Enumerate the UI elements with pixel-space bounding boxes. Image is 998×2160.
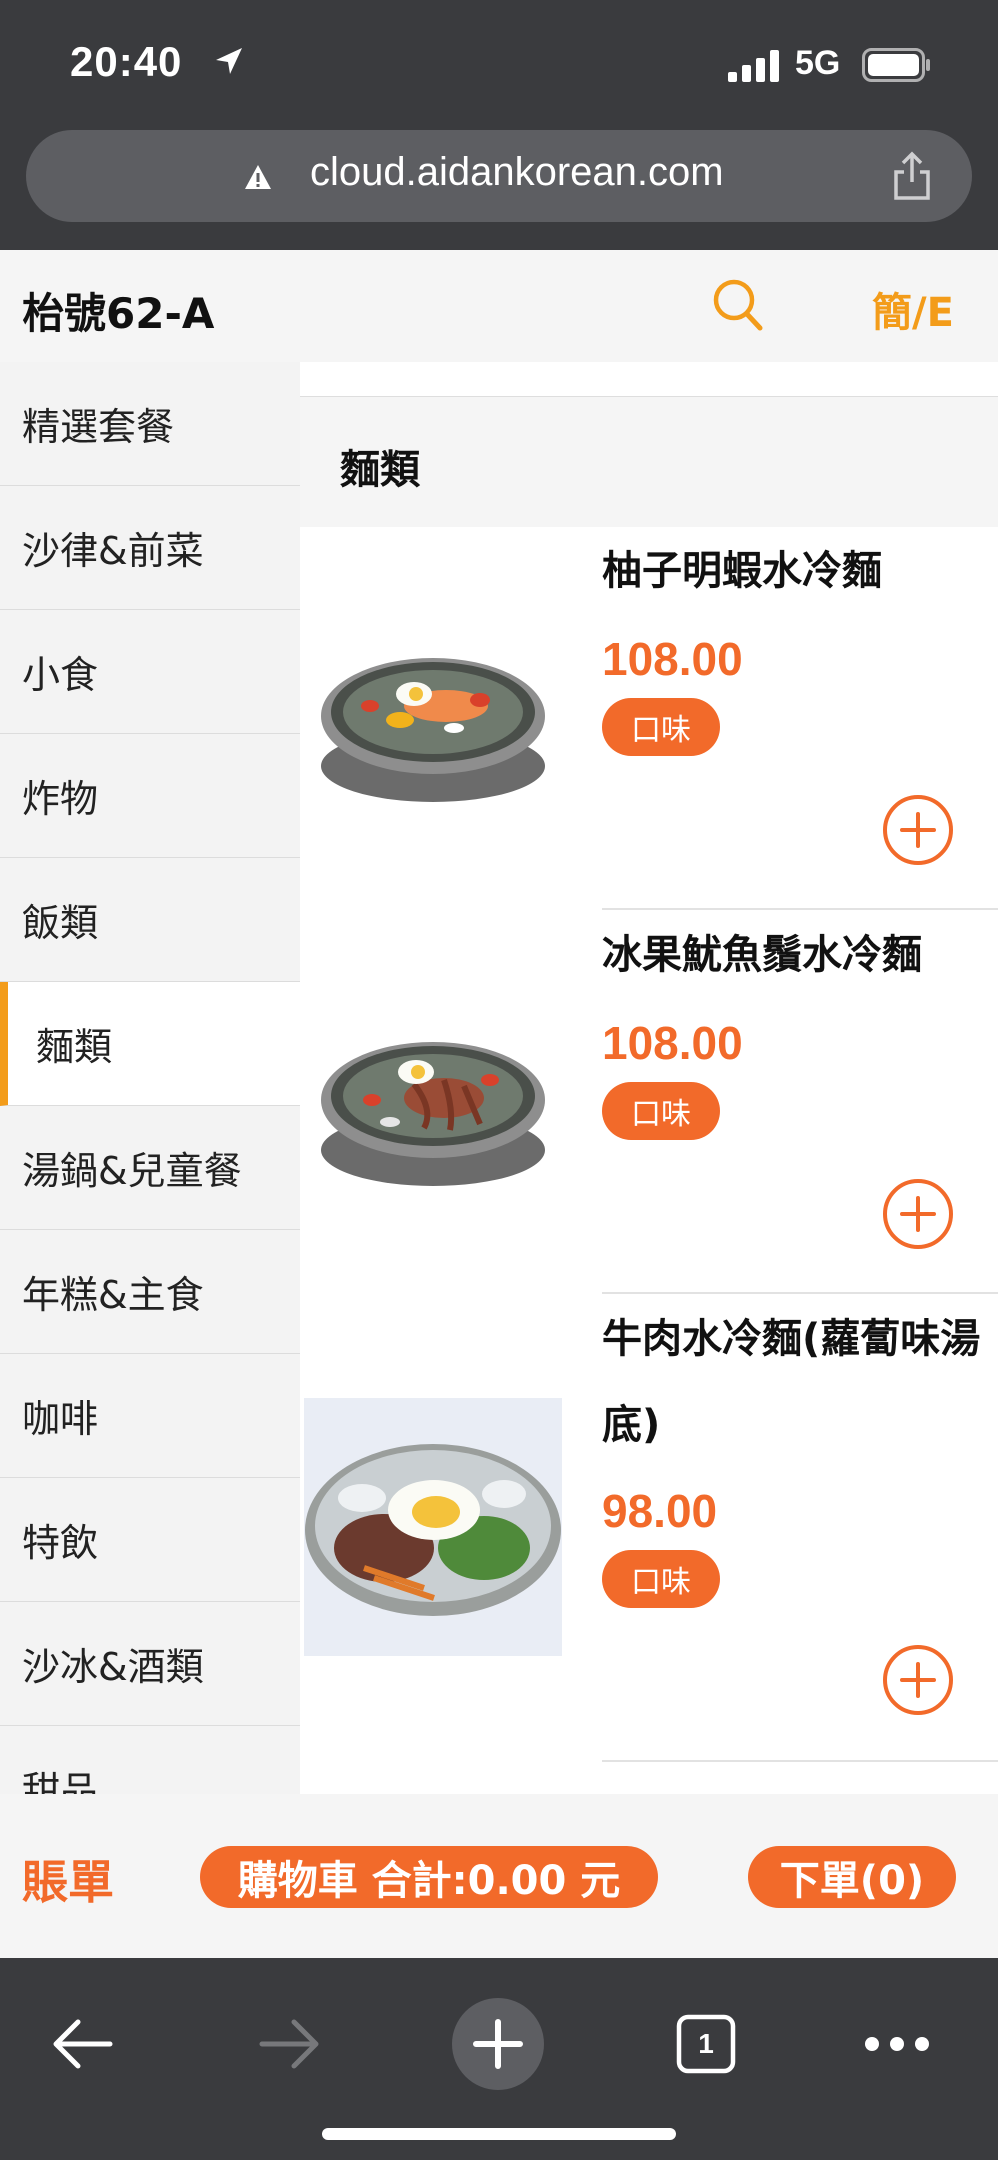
food-image[interactable] [304,1398,562,1656]
flavor-button[interactable]: 口味 [602,1082,720,1140]
sidebar-item-salad-appetizers[interactable]: 沙律&前菜 [0,486,300,610]
section-header: 麵類 [300,396,998,527]
sidebar-item-coffee[interactable]: 咖啡 [0,1354,300,1478]
new-tab-plus-icon[interactable] [452,1998,544,2090]
section-title: 麵類 [340,447,420,493]
bill-button[interactable]: 賬單 [22,1846,114,1912]
item-name: 冰果魷魚鬚水冷麵 [602,932,922,978]
sidebar-item-desserts[interactable]: 甜品 [0,1726,300,1794]
page-header: 枱號62-A 簡/E [0,250,998,362]
home-indicator [322,2128,676,2140]
browser-top-chrome: 20:40 5G cloud.aidankorean.com [0,0,998,250]
signal-strength-icon [728,50,779,82]
flavor-button[interactable]: 口味 [602,1550,720,1608]
page-title: 枱號62-A [22,289,215,338]
category-sidebar: 精選套餐 沙律&前菜 小食 炸物 飯類 麵類 湯鍋&兒童餐 年糕&主食 咖啡 特… [0,362,300,1794]
item-price: 98.00 [602,1485,718,1537]
menu-item: 柚子明蝦水冷麵 108.00 口味 [300,526,998,910]
sidebar-item-specialty-drinks[interactable]: 特飲 [0,1478,300,1602]
more-options-icon[interactable] [862,2032,932,2056]
sidebar-item-snacks[interactable]: 小食 [0,610,300,734]
url-text: cloud.aidankorean.com [310,150,724,194]
search-icon[interactable] [710,276,766,336]
tab-count: 1 [698,2028,714,2059]
sidebar-item-smoothies-alcohol[interactable]: 沙冰&酒類 [0,1602,300,1726]
item-name: 牛肉水冷麵(蘿蔔味湯底) [602,1316,981,1448]
cart-button[interactable]: 購物車 合計:0.00 元 [200,1846,658,1908]
add-to-cart-icon[interactable] [882,1178,954,1250]
network-type: 5G [795,44,841,82]
tabs-button[interactable]: 1 [676,2014,736,2074]
place-order-button[interactable]: 下單(0) [748,1846,956,1908]
battery-icon [862,48,930,82]
back-arrow-icon[interactable] [50,2014,116,2074]
address-bar[interactable]: cloud.aidankorean.com [26,130,972,222]
menu-list: 麵類 柚子明蝦水冷麵 108.00 口味 冰果魷魚鬚水冷麵 108.00 口味 … [300,362,998,1794]
item-divider [602,1760,998,1762]
add-to-cart-icon[interactable] [882,794,954,866]
sidebar-item-ricecake-mains[interactable]: 年糕&主食 [0,1230,300,1354]
item-name: 柚子明蝦水冷麵 [602,548,882,594]
sidebar-item-featured-sets[interactable]: 精選套餐 [0,362,300,486]
warning-icon [245,165,271,189]
add-to-cart-icon[interactable] [882,1644,954,1716]
order-action-bar: 賬單 購物車 合計:0.00 元 下單(0) [0,1794,998,1958]
item-price: 108.00 [602,633,743,685]
sidebar-item-hotpot-kids[interactable]: 湯鍋&兒童餐 [0,1106,300,1230]
menu-item: 牛肉水冷麵(蘿蔔味湯底) 98.00 口味 [300,1294,998,1762]
item-price: 108.00 [602,1017,743,1069]
food-image[interactable] [304,1000,562,1196]
sidebar-item-rice[interactable]: 飯類 [0,858,300,982]
forward-arrow-icon[interactable] [256,2014,322,2074]
sidebar-item-fried[interactable]: 炸物 [0,734,300,858]
food-image[interactable] [304,616,562,812]
menu-item: 冰果魷魚鬚水冷麵 108.00 口味 [300,910,998,1294]
location-arrow-icon [216,48,242,74]
language-toggle[interactable]: 簡/E [872,280,954,338]
flavor-button[interactable]: 口味 [602,698,720,756]
share-icon[interactable] [890,150,934,202]
status-time: 20:40 [70,38,183,85]
sidebar-item-noodles[interactable]: 麵類 [0,982,300,1106]
